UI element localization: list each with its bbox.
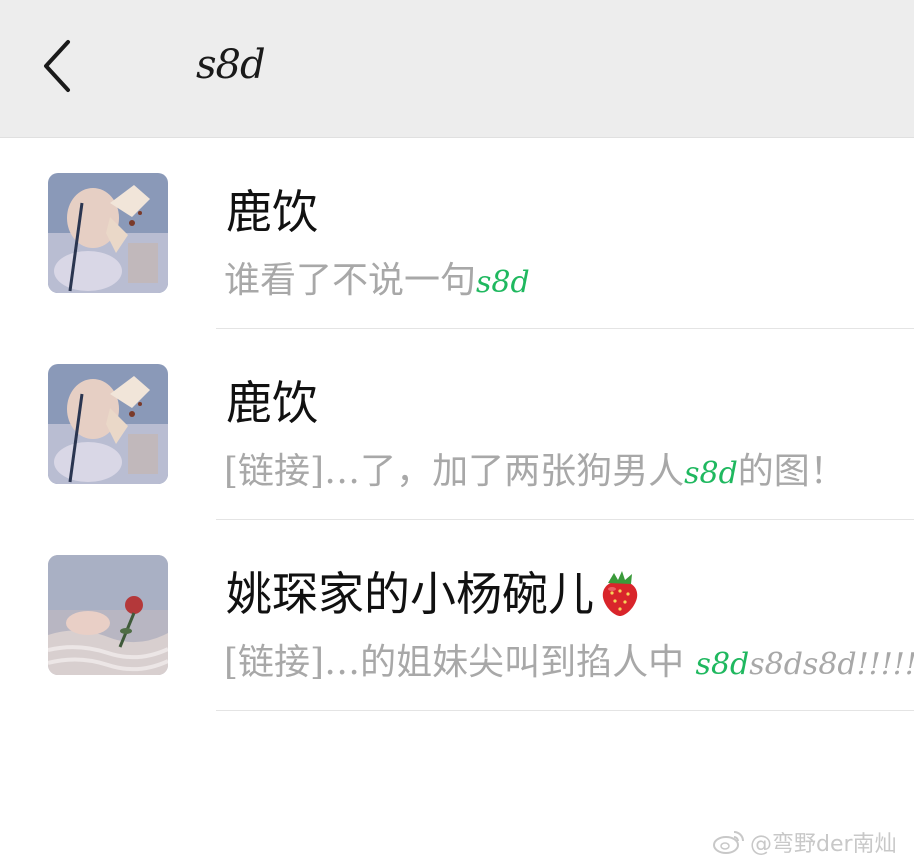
- snippet-text: 谁看了不说一句: [224, 260, 477, 301]
- weibo-logo-icon: [712, 829, 746, 861]
- message-snippet: [链接]…的姐妹尖叫到掐人中 s8ds8ds8d!!!!!: [224, 633, 914, 685]
- chat-result-item[interactable]: 鹿饮 [链接]…了，加了两张狗男人s8d的图！: [0, 329, 914, 520]
- divider: [216, 710, 914, 711]
- back-arrow-icon[interactable]: [38, 38, 78, 94]
- top-bar: s8d: [0, 0, 914, 138]
- chat-name: 姚琛家的小杨碗儿: [226, 558, 642, 628]
- chat-result-list: 鹿饮 谁看了不说一句s8d 鹿饮 [链接]…了，加了两张狗男人s8d的图！ 姚琛…: [0, 138, 914, 711]
- watermark-text: @弯野der南灿: [750, 832, 897, 857]
- chat-result-item[interactable]: 鹿饮 谁看了不说一句s8d: [0, 138, 914, 329]
- keyword-highlight: s8d: [684, 456, 738, 491]
- watermark: @弯野der南灿: [712, 826, 897, 861]
- avatar[interactable]: [48, 364, 168, 484]
- chat-name-text: 姚琛家的小杨碗儿: [226, 567, 594, 621]
- snippet-text-after: s8ds8d!!!!!: [749, 647, 914, 682]
- keyword-highlight: s8d: [476, 265, 530, 300]
- search-results-page: s8d 鹿饮 谁看了不说一句s8d 鹿饮 [链接]…了，加了两张狗男人s8d的图…: [0, 0, 914, 867]
- message-snippet: 谁看了不说一句s8d: [224, 251, 914, 303]
- chat-result-item[interactable]: 姚琛家的小杨碗儿 [链接]…的姐妹尖叫到掐人中 s8ds8ds8d!!!!!: [0, 520, 914, 711]
- snippet-text: [链接]…了，加了两张狗男人: [224, 451, 685, 492]
- snippet-text: [链接]…的姐妹尖叫到掐人中: [224, 642, 696, 683]
- message-snippet: [链接]…了，加了两张狗男人s8d的图！: [224, 442, 914, 494]
- keyword-highlight: s8d: [695, 647, 750, 682]
- chat-name: 鹿饮: [226, 185, 318, 239]
- strawberry-icon: [598, 569, 642, 628]
- snippet-text-after: 的图！: [737, 451, 846, 492]
- avatar[interactable]: [48, 555, 168, 675]
- chat-name: 鹿饮: [226, 376, 318, 430]
- search-query-title[interactable]: s8d: [196, 42, 266, 88]
- avatar[interactable]: [48, 173, 168, 293]
